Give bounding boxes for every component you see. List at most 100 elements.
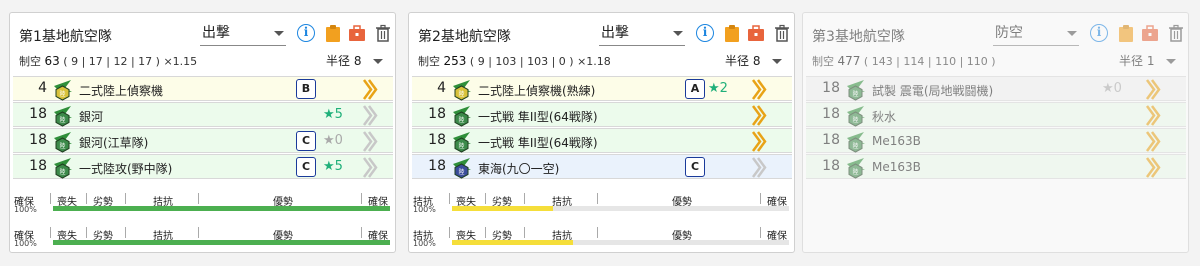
info-icon[interactable]: i <box>297 24 315 42</box>
equipment-slot[interactable]: 18 陸 Me163B <box>806 128 1186 153</box>
bar-divider <box>524 193 525 204</box>
improvement-star[interactable]: ★0 <box>323 133 343 148</box>
mode-select[interactable]: 出撃 <box>200 22 286 46</box>
range-select[interactable]: 半径 1 <box>1119 52 1177 69</box>
plane-count[interactable]: 18 <box>806 106 840 122</box>
chevron-proficiency-icon[interactable] <box>1145 105 1161 126</box>
info-icon[interactable]: i <box>696 24 714 42</box>
plane-name[interactable]: 秋水 <box>872 108 896 125</box>
equipment-slot[interactable]: 4 陸 二式陸上偵察機(熟練) A ★2 <box>412 76 792 101</box>
improvement-star[interactable]: ★5 <box>323 107 343 122</box>
proficiency-badge[interactable]: C <box>296 157 316 177</box>
plane-name[interactable]: 東海(九〇一空) <box>478 160 559 177</box>
plane-name[interactable]: Me163B <box>872 134 921 148</box>
toolbox-icon[interactable] <box>348 24 366 42</box>
range-label: 半径 <box>326 54 351 68</box>
plane-count[interactable]: 18 <box>13 132 47 148</box>
base-air-corps-panel-1: 第1基地航空隊 出撃 i 制空 63 ( 9 | 17 | 12 | 17 ) … <box>9 12 396 253</box>
mode-select[interactable]: 出撃 <box>599 22 685 46</box>
equipment-slot[interactable]: 18 陸 一式陸攻(野中隊) C ★5 <box>13 154 393 179</box>
trash-icon[interactable] <box>773 24 791 42</box>
equipment-slot[interactable]: 18 陸 一式戦 隼II型(64戦隊) <box>412 102 792 127</box>
chevron-proficiency-icon[interactable] <box>362 131 378 152</box>
equipment-slot[interactable]: 18 陸 秋水 <box>806 102 1186 127</box>
chevron-down-icon <box>1067 31 1077 36</box>
equipment-slot[interactable]: 18 陸 銀河(江草隊) C ★0 <box>13 128 393 153</box>
chevron-proficiency-icon[interactable] <box>751 131 767 152</box>
improvement-star[interactable]: ★2 <box>708 81 728 96</box>
mode-value: 防空 <box>995 25 1023 41</box>
toolbox-icon[interactable] <box>747 24 765 42</box>
plane-count[interactable]: 18 <box>13 158 47 174</box>
mode-select[interactable]: 防空 <box>993 22 1079 46</box>
bar-label-row: 確保 喪失 劣勢 拮抗 優勢 確保 <box>13 192 393 208</box>
slot-list: 4 陸 二式陸上偵察機 B 18 陸 銀河 ★5 18 陸 銀河(江草隊) C ★0 1… <box>13 76 393 180</box>
clipboard-icon[interactable] <box>1117 24 1135 42</box>
chevron-proficiency-icon[interactable] <box>362 157 378 178</box>
plane-name[interactable]: 一式戦 隼II型(64戦隊) <box>478 108 598 125</box>
svg-text:陸: 陸 <box>458 142 464 150</box>
proficiency-badge[interactable]: A <box>685 79 705 99</box>
chevron-proficiency-icon[interactable] <box>362 79 378 100</box>
equipment-slot[interactable]: 18 陸 銀河 ★5 <box>13 102 393 127</box>
equipment-slot[interactable]: 18 陸 東海(九〇一空) C <box>412 154 792 179</box>
chevron-down-icon <box>673 31 683 36</box>
mode-value: 出撃 <box>202 25 230 41</box>
bar-percent: 100% <box>413 239 436 248</box>
svg-text:陸: 陸 <box>59 168 65 176</box>
chevron-proficiency-icon[interactable] <box>751 105 767 126</box>
trash-icon[interactable] <box>1167 24 1185 42</box>
improvement-star[interactable]: ★0 <box>1102 81 1122 96</box>
base-air-corps-panel-2: 第2基地航空隊 出撃 i 制空 253 ( 9 | 103 | 103 | 0 … <box>408 12 795 253</box>
plane-count[interactable]: 18 <box>806 132 840 148</box>
chevron-proficiency-icon[interactable] <box>1145 79 1161 100</box>
clipboard-icon[interactable] <box>723 24 741 42</box>
plane-icon: 陸 <box>51 156 74 179</box>
plane-icon: 陸 <box>51 104 74 127</box>
range-select[interactable]: 半径 8 <box>326 52 384 69</box>
range-select[interactable]: 半径 8 <box>725 52 783 69</box>
plane-name[interactable]: 二式陸上偵察機 <box>79 82 163 99</box>
plane-count[interactable]: 4 <box>412 80 446 96</box>
chevron-proficiency-icon[interactable] <box>751 157 767 178</box>
plane-count[interactable]: 18 <box>806 80 840 96</box>
air-power-label: 制空 <box>418 55 440 68</box>
equipment-slot[interactable]: 18 陸 Me163B <box>806 154 1186 179</box>
plane-count[interactable]: 18 <box>806 158 840 174</box>
plane-name[interactable]: 一式戦 隼II型(64戦隊) <box>478 134 598 151</box>
plane-name[interactable]: Me163B <box>872 160 921 174</box>
plane-icon: 陸 <box>844 104 867 127</box>
proficiency-badge[interactable]: C <box>296 131 316 151</box>
clipboard-icon[interactable] <box>324 24 342 42</box>
plane-name[interactable]: 銀河 <box>79 108 103 125</box>
toolbox-icon[interactable] <box>1141 24 1159 42</box>
chevron-proficiency-icon[interactable] <box>1145 157 1161 178</box>
plane-name[interactable]: 銀河(江草隊) <box>79 134 148 151</box>
equipment-slot[interactable]: 18 陸 一式戦 隼II型(64戦隊) <box>412 128 792 153</box>
plane-name[interactable]: 二式陸上偵察機(熟練) <box>478 82 595 99</box>
plane-icon: 陸 <box>844 156 867 179</box>
slot-list: 4 陸 二式陸上偵察機(熟練) A ★2 18 陸 一式戦 隼II型(64戦隊) 1… <box>412 76 792 180</box>
plane-count[interactable]: 18 <box>412 132 446 148</box>
bar-divider <box>524 227 525 238</box>
proficiency-badge[interactable]: B <box>296 79 316 99</box>
svg-text:陸: 陸 <box>852 168 858 176</box>
equipment-slot[interactable]: 4 陸 二式陸上偵察機 B <box>13 76 393 101</box>
plane-count[interactable]: 18 <box>412 158 446 174</box>
bar-label-row: 確保 喪失 劣勢 拮抗 優勢 確保 <box>13 226 393 242</box>
plane-name[interactable]: 試製 震電(局地戦闘機) <box>872 82 993 99</box>
bar-divider <box>449 193 450 204</box>
equipment-slot[interactable]: 18 陸 試製 震電(局地戦闘機) ★0 <box>806 76 1186 101</box>
plane-count[interactable]: 18 <box>13 106 47 122</box>
proficiency-badge[interactable]: C <box>685 157 705 177</box>
plane-name[interactable]: 一式陸攻(野中隊) <box>79 160 172 177</box>
plane-count[interactable]: 18 <box>412 106 446 122</box>
chevron-proficiency-icon[interactable] <box>751 79 767 100</box>
info-icon[interactable]: i <box>1090 24 1108 42</box>
chevron-proficiency-icon[interactable] <box>1145 131 1161 152</box>
trash-icon[interactable] <box>374 24 392 42</box>
chevron-proficiency-icon[interactable] <box>362 105 378 126</box>
plane-count[interactable]: 4 <box>13 80 47 96</box>
improvement-star[interactable]: ★5 <box>323 159 343 174</box>
mode-value: 出撃 <box>601 25 629 41</box>
